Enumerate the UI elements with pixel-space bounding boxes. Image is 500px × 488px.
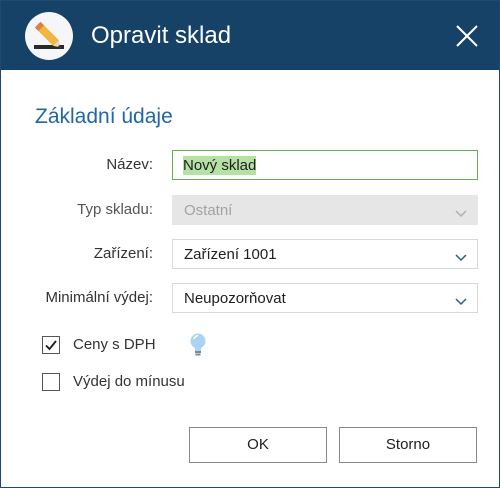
warehouse-type-value: Ostatní bbox=[184, 202, 233, 219]
issue-below-zero-label[interactable]: Výdej do mínusu bbox=[73, 372, 185, 392]
name-input[interactable]: Nový sklad bbox=[172, 150, 478, 180]
edit-warehouse-dialog: Opravit sklad Základní údaje Název: Nový… bbox=[0, 0, 500, 488]
cancel-button[interactable]: Storno bbox=[339, 427, 477, 463]
prices-with-vat-checkbox[interactable] bbox=[42, 336, 60, 354]
section-title: Základní údaje bbox=[35, 105, 173, 128]
name-label: Název: bbox=[106, 156, 153, 173]
warehouse-type-select: Ostatní bbox=[172, 195, 478, 225]
device-select[interactable]: Zařízení 1001 bbox=[172, 239, 478, 269]
warehouse-type-label: Typ skladu: bbox=[77, 201, 153, 218]
issue-below-zero-checkbox[interactable] bbox=[42, 373, 60, 391]
ok-button[interactable]: OK bbox=[189, 427, 327, 463]
chevron-down-icon bbox=[455, 249, 467, 266]
window-title: Opravit sklad bbox=[91, 22, 232, 49]
checkmark-icon bbox=[45, 340, 57, 351]
chevron-down-icon bbox=[455, 293, 467, 310]
edit-pencil-icon bbox=[25, 12, 73, 60]
close-icon[interactable] bbox=[453, 22, 481, 50]
title-bar: Opravit sklad bbox=[1, 1, 499, 70]
prices-with-vat-label[interactable]: Ceny s DPH bbox=[73, 335, 156, 355]
name-value: Nový sklad bbox=[183, 156, 257, 175]
lightbulb-icon[interactable] bbox=[188, 332, 208, 363]
chevron-down-icon bbox=[455, 205, 467, 222]
min-issue-value: Neupozorňovat bbox=[184, 290, 286, 307]
min-issue-label: Minimální výdej: bbox=[45, 289, 153, 306]
min-issue-select[interactable]: Neupozorňovat bbox=[172, 283, 478, 313]
device-label: Zařízení: bbox=[93, 245, 153, 262]
device-value: Zařízení 1001 bbox=[184, 246, 277, 263]
